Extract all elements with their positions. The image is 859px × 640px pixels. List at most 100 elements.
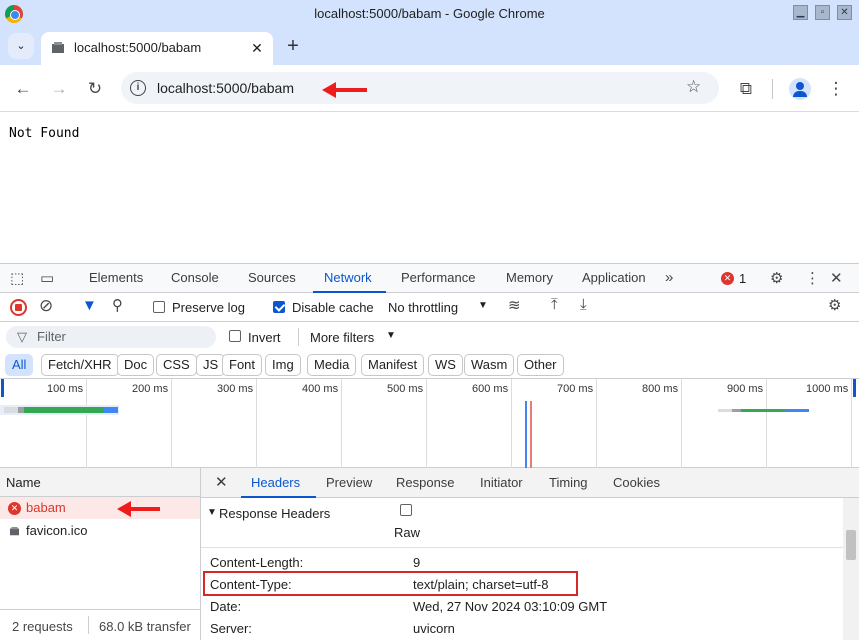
tab-console[interactable]: Console [171, 270, 219, 285]
error-status-icon: ✕ [8, 502, 21, 515]
filter-chip-wasm[interactable]: Wasm [464, 354, 515, 376]
back-arrow-icon[interactable]: ← [12, 78, 34, 100]
raw-checkbox[interactable] [400, 504, 412, 516]
filter-input[interactable]: ▽ Filter [6, 326, 216, 348]
clear-icon[interactable]: ⊘ [39, 296, 53, 316]
tab-memory[interactable]: Memory [506, 270, 553, 285]
tab-elements[interactable]: Elements [89, 270, 143, 285]
error-count[interactable]: 1 [739, 271, 746, 286]
request-list-header[interactable]: Name [0, 468, 200, 497]
minimize-button[interactable]: ▁ [793, 5, 808, 20]
inspect-element-icon[interactable]: ⬚ [10, 269, 24, 287]
tick-label: 700 ms [557, 383, 594, 395]
tab-timing[interactable]: Timing [549, 475, 588, 490]
overview-left-handle[interactable] [1, 379, 4, 397]
request-row-babam[interactable]: ✕ babam [0, 497, 200, 519]
timeline-gridline [426, 379, 427, 468]
site-info-icon[interactable]: i [130, 80, 146, 96]
tab-headers[interactable]: Headers [251, 475, 300, 490]
tick-label: 500 ms [387, 383, 424, 395]
response-headers-section[interactable]: ▼ Response Headers Raw [201, 498, 844, 548]
header-row: Server: uvicorn [210, 618, 830, 640]
tab-cookies[interactable]: Cookies [613, 475, 660, 490]
filter-chip-other[interactable]: Other [517, 354, 564, 376]
page-body-text: Not Found [9, 126, 80, 141]
filter-chip-manifest[interactable]: Manifest [361, 354, 425, 376]
network-conditions-icon[interactable]: ≋ [508, 296, 521, 314]
request-bar-ttfb [24, 407, 104, 413]
timeline-gridline [86, 379, 87, 468]
tick-label: 100 ms [47, 383, 84, 395]
maximize-button[interactable]: ▫ [815, 5, 830, 20]
close-detail-icon[interactable]: ✕ [215, 473, 228, 491]
request-bar-queue [718, 409, 732, 412]
header-value: uvicorn [413, 621, 455, 636]
tab-search-button[interactable]: ⌄ [8, 33, 34, 59]
collapse-triangle-icon[interactable]: ▼ [207, 507, 217, 518]
disable-cache-checkbox[interactable] [273, 301, 285, 313]
invert-checkbox[interactable] [229, 330, 241, 342]
tab-application[interactable]: Application [582, 270, 646, 285]
address-bar[interactable]: i localhost:5000/babam ☆ [121, 72, 719, 104]
settings-gear-icon[interactable]: ⚙ [770, 269, 783, 287]
more-tabs-icon[interactable]: » [665, 269, 673, 286]
error-icon[interactable]: ✕ [721, 272, 734, 285]
devtools-menu-icon[interactable]: ⋮ [805, 269, 820, 287]
request-row-favicon[interactable]: favicon.ico [0, 520, 200, 542]
scrollbar-thumb[interactable] [846, 530, 856, 560]
tab-performance[interactable]: Performance [401, 270, 475, 285]
filter-chip-doc[interactable]: Doc [117, 354, 155, 376]
more-filters-dropdown-icon[interactable]: ▼ [386, 330, 396, 341]
network-settings-icon[interactable]: ⚙ [828, 296, 841, 314]
stop-recording-icon[interactable] [10, 299, 27, 316]
export-har-icon[interactable]: ⤓ [580, 296, 587, 313]
filter-funnel-icon[interactable]: ▼ [82, 297, 97, 314]
filter-chip-ws[interactable]: WS [428, 354, 463, 376]
tick-label: 400 ms [302, 383, 339, 395]
tab-response[interactable]: Response [396, 475, 455, 490]
new-tab-button[interactable]: + [281, 35, 305, 59]
url-text[interactable]: localhost:5000/babam [157, 80, 294, 96]
preserve-log-checkbox[interactable] [153, 301, 165, 313]
network-overview-timeline[interactable]: 100 ms 200 ms 300 ms 400 ms 500 ms 600 m… [0, 379, 859, 468]
filter-chip-all[interactable]: All [5, 354, 34, 376]
search-icon[interactable]: ⚲ [112, 296, 123, 314]
device-toolbar-icon[interactable]: ▭ [40, 269, 54, 287]
forward-arrow-icon[interactable]: → [48, 78, 70, 100]
filter-chip-font[interactable]: Font [222, 354, 263, 376]
summary-divider [88, 616, 89, 634]
tab-network[interactable]: Network [324, 270, 372, 285]
tick-label: 900 ms [727, 383, 764, 395]
section-title[interactable]: Response Headers [219, 506, 330, 521]
request-bar-download [785, 409, 809, 412]
filter-row: ▽ Filter Invert More filters ▼ [0, 322, 859, 351]
detail-scrollbar[interactable] [843, 498, 859, 640]
tab-initiator[interactable]: Initiator [480, 475, 523, 490]
throttling-select[interactable]: No throttling [388, 300, 458, 315]
tab-preview[interactable]: Preview [326, 475, 372, 490]
detail-tab-bar: ✕ Headers Preview Response Initiator Tim… [201, 468, 859, 498]
filter-chip-media[interactable]: Media [307, 354, 357, 376]
more-filters-button[interactable]: More filters [310, 330, 374, 345]
profile-avatar-icon[interactable] [789, 78, 811, 100]
bookmark-star-icon[interactable]: ☆ [686, 77, 701, 97]
throttling-dropdown-icon[interactable]: ▼ [478, 300, 488, 311]
browser-tab[interactable]: localhost:5000/babam ✕ [41, 32, 273, 65]
tab-close-icon[interactable]: ✕ [247, 38, 267, 58]
kebab-menu-icon[interactable]: ⋮ [825, 78, 847, 100]
column-name[interactable]: Name [6, 475, 41, 490]
tab-sources[interactable]: Sources [248, 270, 296, 285]
filter-chip-img[interactable]: Img [265, 354, 301, 376]
filter-chip-js[interactable]: JS [196, 354, 226, 376]
request-name[interactable]: babam [26, 500, 66, 515]
import-har-icon[interactable]: ⤒ [551, 296, 558, 313]
filter-chip-css[interactable]: CSS [156, 354, 197, 376]
extensions-icon[interactable]: ⧉ [735, 78, 757, 100]
request-name[interactable]: favicon.ico [26, 523, 87, 538]
browser-toolbar: ← → ↻ i localhost:5000/babam ☆ ⧉ ⋮ [0, 65, 859, 112]
close-window-button[interactable]: ✕ [837, 5, 852, 20]
reload-icon[interactable]: ↻ [84, 78, 106, 100]
filter-chip-fetch-xhr[interactable]: Fetch/XHR [41, 354, 119, 376]
close-devtools-icon[interactable]: ✕ [830, 269, 843, 287]
overview-right-handle[interactable] [853, 379, 856, 397]
